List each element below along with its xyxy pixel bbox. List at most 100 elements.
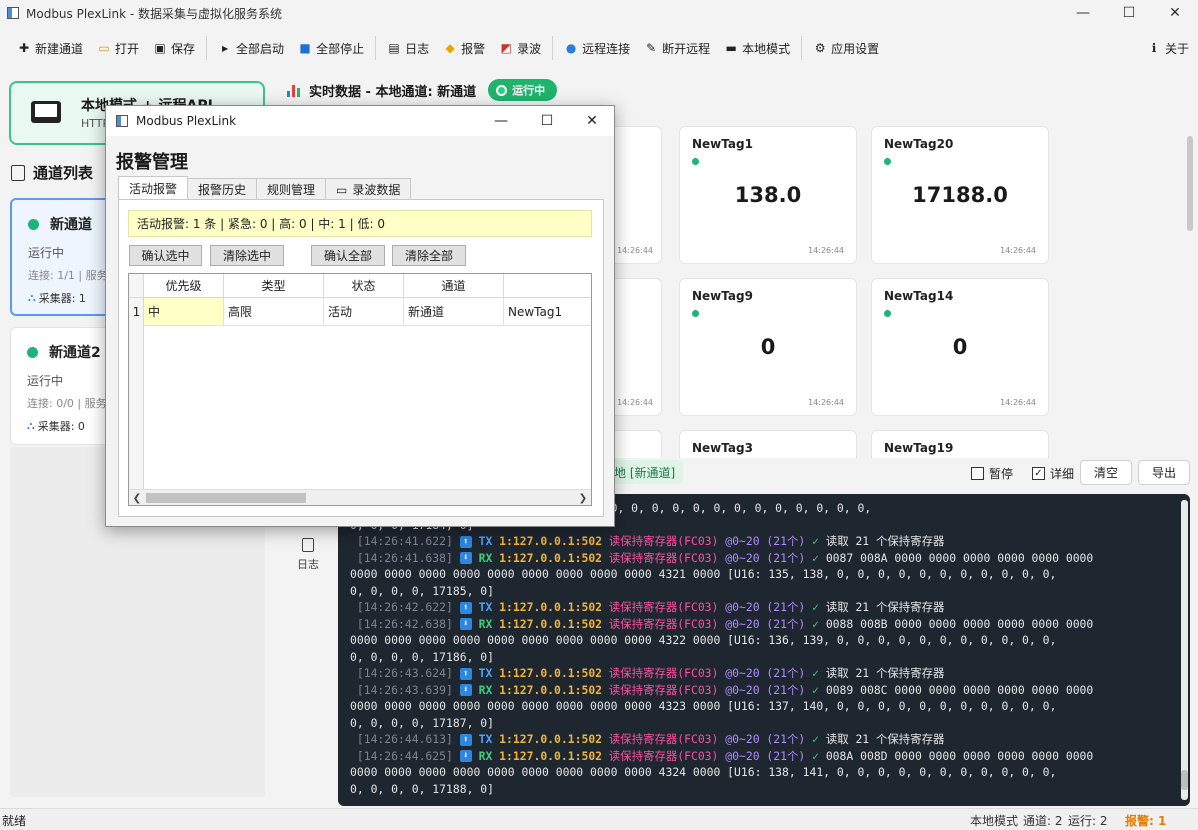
maximize-button[interactable]: ☐: [1106, 0, 1152, 26]
tag-card[interactable]: NewTag14 0 14:26:44: [871, 278, 1049, 416]
channel-list-title: 通道列表: [33, 164, 94, 182]
log-function: 读保持寄存器(FC03): [608, 534, 719, 548]
open-button[interactable]: ▭ 打开: [90, 34, 146, 62]
column-header[interactable]: 优先级: [144, 274, 224, 298]
title-bar: Modbus PlexLink - 数据采集与虚拟化服务系统 — ☐ ✕: [0, 0, 1198, 26]
log-data: 0000 0000 0000 0000 0000 0000 0000 0000 …: [350, 765, 1057, 779]
close-button[interactable]: ✕: [1152, 0, 1198, 26]
remote-connect-button[interactable]: ● 远程连接: [557, 34, 637, 62]
scroll-right-icon[interactable]: ❯: [575, 490, 591, 505]
clear-selected-button[interactable]: 清除选中: [210, 245, 284, 266]
channel-name: 新通道2: [49, 345, 101, 361]
dialog-maximize-button[interactable]: ☐: [524, 106, 570, 136]
checkbox-checked[interactable]: ✓: [1032, 467, 1045, 480]
table-cell[interactable]: 活动: [324, 298, 404, 326]
tab-active-alarms[interactable]: 活动报警: [118, 176, 189, 200]
dialog-close-button[interactable]: ✕: [569, 106, 615, 136]
tag-card[interactable]: NewTag20 17188.0 14:26:44: [871, 126, 1049, 264]
tag-card[interactable]: NewTag9 0 14:26:44: [679, 278, 857, 416]
tag-value: 0: [760, 335, 776, 359]
network-icon: ⛬: [27, 419, 35, 432]
column-header[interactable]: 类型: [224, 274, 324, 298]
column-header[interactable]: 通道: [404, 274, 504, 298]
alarm-button[interactable]: ◆ 报警: [436, 34, 492, 62]
log-timestamp: [14:26:43.639]: [356, 682, 453, 697]
table-cell[interactable]: NewTag1: [504, 298, 591, 326]
tape-icon: ▭: [336, 182, 348, 197]
scrollbar-thumb[interactable]: [1181, 770, 1188, 790]
tab-record-data-label: 录波数据: [352, 183, 401, 197]
clipboard-icon: ▤: [388, 41, 400, 55]
tab-rule-management[interactable]: 规则管理: [256, 178, 327, 200]
detail-label: 详细: [1050, 467, 1075, 481]
log-timestamp: [14:26:42.638]: [356, 616, 453, 631]
checkbox-box[interactable]: [971, 467, 984, 480]
export-button[interactable]: 导出: [1138, 460, 1190, 485]
table-cell[interactable]: 新通道: [404, 298, 504, 326]
tag-card[interactable]: NewTag3: [679, 430, 857, 458]
log-data: 0, 0, 0, 0, 17186, 0]: [350, 649, 495, 664]
remote-connect-label: 远程连接: [582, 41, 631, 56]
tab-alarm-history[interactable]: 报警历史: [187, 178, 258, 200]
row-number[interactable]: 1: [129, 298, 144, 326]
local-mode-button[interactable]: ▬ 本地模式: [717, 34, 797, 62]
dialog-minimize-button[interactable]: —: [478, 106, 524, 136]
table-horizontal-scrollbar[interactable]: ❮ ❯: [129, 489, 591, 505]
log-data: 0, 0, 0, 0, 17185, 0]: [350, 583, 495, 598]
disconnect-remote-button[interactable]: ✎ 断开远程: [637, 34, 717, 62]
collector-count: 采集器: 1: [38, 292, 86, 305]
clear-all-button[interactable]: 清除全部: [392, 245, 466, 266]
console-scrollbar[interactable]: [1181, 500, 1188, 800]
about-button[interactable]: ℹ 关于: [1140, 34, 1196, 62]
log-range: @0~20 (21个): [725, 550, 806, 565]
tab-record-data[interactable]: ▭ 录波数据: [325, 178, 412, 200]
scroll-left-icon[interactable]: ❮: [129, 490, 145, 505]
minimize-button[interactable]: —: [1060, 0, 1106, 26]
column-header[interactable]: 状态: [324, 274, 404, 298]
stop-all-button[interactable]: ■ 全部停止: [291, 34, 371, 62]
toolbar: ✚ 新建通道 ▭ 打开 ▣ 保存 ▶ 全部启动 ■ 全部停止 ▤ 日志 ◆ 报警 ◩ 录波 ● 远…: [0, 30, 1198, 66]
status-channels: 通道: 2: [1023, 814, 1063, 828]
clear-button[interactable]: 清空: [1080, 460, 1132, 485]
log-data: 0, 0, 0, 0, 17188, 0]: [350, 781, 495, 796]
scrollbar-thumb[interactable]: [1187, 136, 1193, 231]
tag-name: NewTag19: [884, 441, 954, 455]
folder-icon: ▭: [98, 41, 110, 55]
alarm-summary: 活动报警: 1 条 | 紧急: 0 | 高: 0 | 中: 1 | 低: 0: [128, 210, 592, 237]
pause-checkbox[interactable]: 暂停: [971, 465, 1013, 482]
status-bar: 就绪 本地模式 通道: 2 运行: 2 报警: 1: [0, 808, 1198, 830]
plus-icon: ✚: [18, 41, 30, 55]
new-channel-button[interactable]: ✚ 新建通道: [10, 34, 90, 62]
main-scrollbar[interactable]: [1186, 126, 1194, 456]
log-range: @0~20 (21个): [725, 748, 806, 763]
log-button[interactable]: ▤ 日志: [380, 34, 436, 62]
detail-checkbox[interactable]: ✓ 详细: [1032, 465, 1074, 482]
save-button[interactable]: ▣ 保存: [146, 34, 202, 62]
start-all-button[interactable]: ▶ 全部启动: [211, 34, 291, 62]
status-dot: [28, 219, 39, 230]
log-timestamp: [14:26:44.625]: [356, 748, 453, 763]
log-address: 1:127.0.0.1:502: [499, 534, 603, 548]
log-label: 日志: [405, 41, 430, 56]
dialog-tabs: 活动报警 报警历史 规则管理 ▭ 录波数据: [118, 176, 412, 200]
log-direction: TX: [478, 666, 493, 680]
dialog-title-bar: Modbus PlexLink — ☐ ✕: [106, 106, 614, 136]
log-address: 1:127.0.0.1:502: [499, 732, 603, 746]
side-nav-log[interactable]: 日志: [291, 538, 325, 572]
scrollbar-thumb[interactable]: [146, 493, 306, 503]
column-header[interactable]: 标签: [504, 274, 591, 298]
app-settings-button[interactable]: ⚙ 应用设置: [806, 34, 886, 62]
bar-chart-icon: [287, 83, 303, 97]
tag-card[interactable]: NewTag1 138.0 14:26:44: [679, 126, 857, 264]
ack-selected-button[interactable]: 确认选中: [129, 245, 202, 266]
tag-status-dot: [692, 158, 699, 165]
table-cell[interactable]: 高限: [224, 298, 324, 326]
ack-all-button[interactable]: 确认全部: [311, 245, 385, 266]
channel-connections: 连接: 1/1 | 服务: [28, 269, 108, 282]
toolbar-separator: [552, 36, 554, 60]
log-function: 读保持寄存器(FC03): [608, 616, 719, 631]
table-cell[interactable]: 中: [144, 298, 224, 326]
check-icon: ✓: [812, 666, 819, 680]
record-button[interactable]: ◩ 录波: [492, 34, 548, 62]
tag-card[interactable]: NewTag19: [871, 430, 1049, 458]
